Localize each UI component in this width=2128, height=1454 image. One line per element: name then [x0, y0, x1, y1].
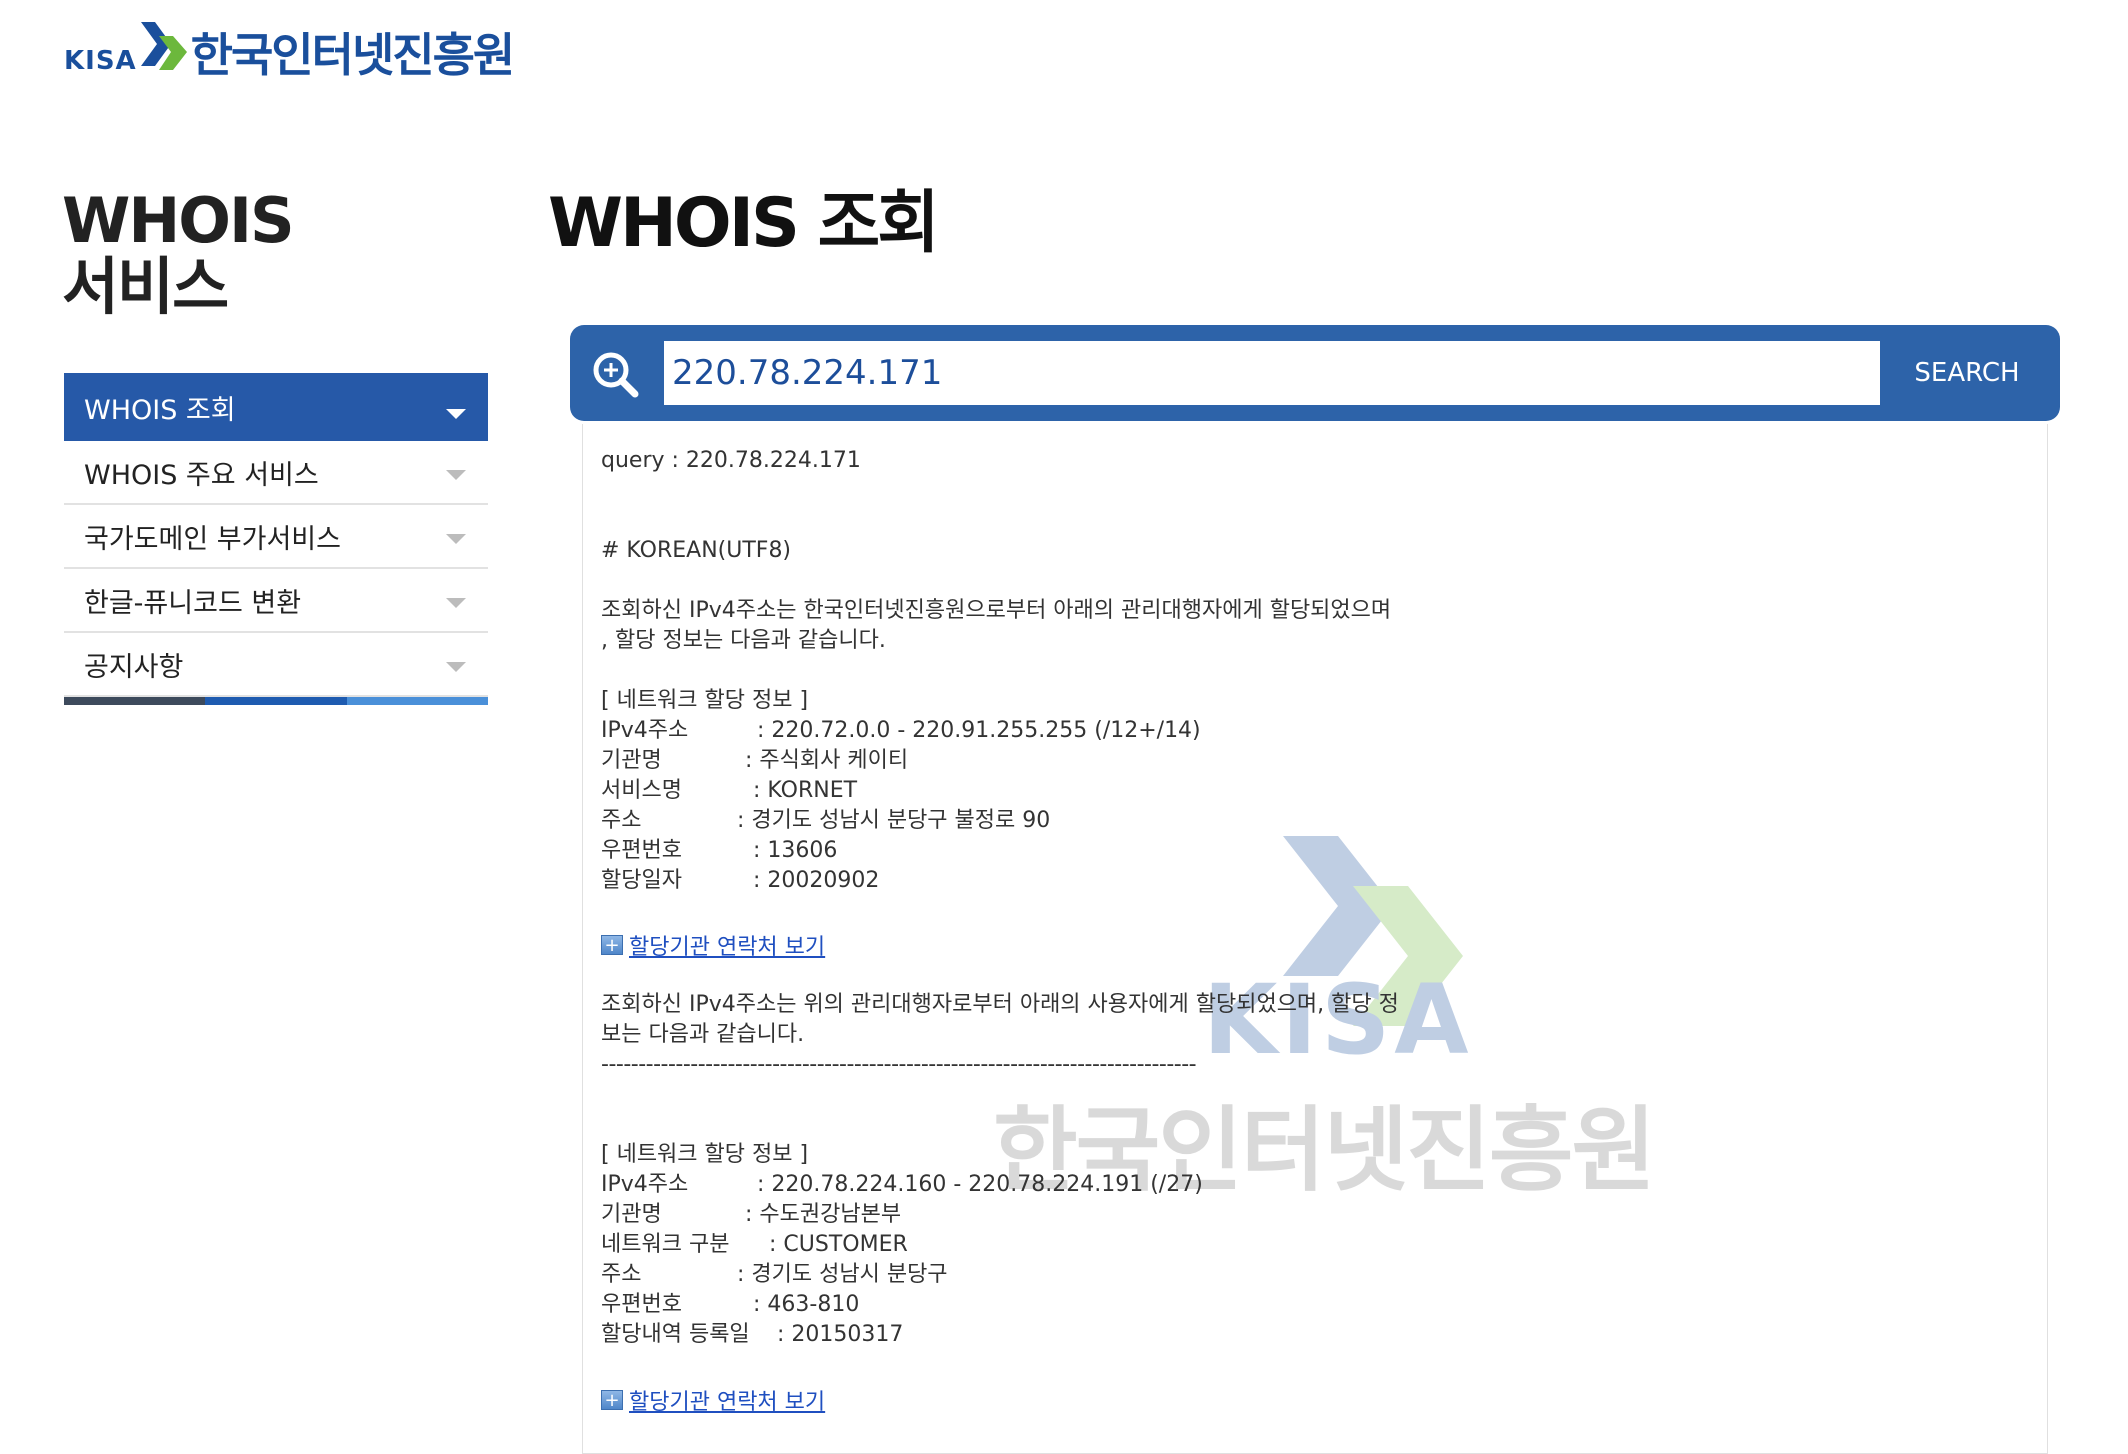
- sidebar-item-label: WHOIS 주요 서비스: [84, 459, 319, 491]
- whois-result-panel: KISA 한국인터넷진흥원 query : 220.78.224.171 # K…: [582, 424, 2048, 1454]
- sidebar-item-label: 한글-퓨니코드 변환: [84, 587, 302, 619]
- row-label: 네트워크 구분: [601, 1232, 730, 1257]
- block1-row: IPv4주소 : 220.72.0.0 - 220.91.255.255 (/1…: [601, 716, 1201, 746]
- sidebar-title: WHOIS 서비스: [62, 184, 295, 323]
- logo-chevron-icon: [140, 22, 187, 70]
- block2-header: [ 네트워크 할당 정보 ]: [601, 1142, 809, 1167]
- chevron-down-icon: [446, 470, 466, 480]
- row-value: : 463-810: [753, 1292, 860, 1317]
- contact-link-row-2: + 할당기관 연락처 보기: [601, 1384, 825, 1416]
- contact-link-row: + 할당기관 연락처 보기: [601, 929, 825, 961]
- row-value: : 20150317: [777, 1322, 904, 1347]
- block1-row: 우편번호 : 13606: [601, 836, 837, 866]
- search-input[interactable]: [664, 341, 1880, 405]
- block1-row: 서비스명 : KORNET: [601, 776, 857, 806]
- block2-row: 우편번호 : 463-810: [601, 1290, 859, 1320]
- block2-row: 주소 : 경기도 성남시 분당구: [601, 1260, 948, 1290]
- block1-header: [ 네트워크 할당 정보 ]: [601, 688, 809, 713]
- sidebar-item-whois-lookup[interactable]: WHOIS 조회: [64, 373, 488, 441]
- block2-row: 네트워크 구분 : CUSTOMER: [601, 1230, 908, 1260]
- logo-kisa-text: KISA: [64, 46, 137, 76]
- chevron-down-icon: [446, 662, 466, 672]
- result-query: query : 220.78.224.171: [601, 448, 861, 473]
- sidebar-item-domain-addons[interactable]: 국가도메인 부가서비스: [64, 505, 488, 569]
- page-title: WHOIS 조회: [548, 184, 940, 263]
- contact-info-link-2[interactable]: 할당기관 연락처 보기: [629, 1384, 825, 1416]
- sidebar-item-whois-services[interactable]: WHOIS 주요 서비스: [64, 441, 488, 505]
- sidebar-color-bar: [64, 697, 488, 705]
- block2-row: 기관명 : 수도권강남본부: [601, 1200, 901, 1230]
- sidebar-item-label: 공지사항: [84, 651, 184, 683]
- block1-row: 할당일자 : 20020902: [601, 866, 879, 896]
- result-intro1-line1: 조회하신 IPv4주소는 한국인터넷진흥원으로부터 아래의 관리대행자에게 할당…: [601, 598, 1392, 623]
- chevron-down-icon: [446, 534, 466, 544]
- row-value: : 220.72.0.0 - 220.91.255.255 (/12+/14): [757, 718, 1201, 743]
- row-label: 주소: [601, 1262, 642, 1287]
- row-value: : CUSTOMER: [769, 1232, 908, 1257]
- sidebar-title-line2: 서비스: [62, 250, 229, 323]
- sidebar-item-label: WHOIS 조회: [84, 394, 236, 426]
- kisa-logo[interactable]: KISA 한국인터넷진흥원: [64, 12, 516, 82]
- row-label: 기관명: [601, 748, 662, 773]
- result-encoding: # KOREAN(UTF8): [601, 538, 792, 563]
- row-value: : 경기도 성남시 분당구: [737, 1262, 948, 1287]
- plus-icon[interactable]: +: [601, 1390, 623, 1411]
- row-label: 우편번호: [601, 838, 682, 863]
- chevron-down-icon: [446, 598, 466, 608]
- block1-row: 기관명 : 주식회사 케이티: [601, 746, 908, 776]
- search-bar: SEARCH: [570, 325, 2060, 421]
- logo-org-name: 한국인터넷진흥원: [190, 28, 516, 82]
- row-label: 주소: [601, 808, 642, 833]
- search-button[interactable]: SEARCH: [1882, 341, 2052, 405]
- contact-info-link[interactable]: 할당기관 연락처 보기: [629, 929, 825, 961]
- sidebar-menu: WHOIS 조회 WHOIS 주요 서비스 국가도메인 부가서비스 한글-퓨니코…: [64, 373, 488, 705]
- row-value: : 주식회사 케이티: [745, 748, 909, 773]
- row-value: : 20020902: [753, 868, 880, 893]
- row-value: : 13606: [753, 838, 838, 863]
- result-separator: ----------------------------------------…: [601, 1052, 1197, 1077]
- plus-icon[interactable]: +: [601, 935, 623, 956]
- result-intro2-line2: 보는 다음과 같습니다.: [601, 1022, 805, 1047]
- row-label: 기관명: [601, 1202, 662, 1227]
- sidebar-item-notices[interactable]: 공지사항: [64, 633, 488, 697]
- sidebar-bar-segment: [64, 697, 206, 705]
- sidebar-bar-segment: [205, 697, 347, 705]
- row-label: IPv4주소: [601, 718, 689, 743]
- sidebar-item-label: 국가도메인 부가서비스: [84, 523, 341, 555]
- block1-row: 주소 : 경기도 성남시 분당구 불정로 90: [601, 806, 1050, 836]
- zoom-search-icon[interactable]: [590, 349, 640, 399]
- row-value: : 수도권강남본부: [745, 1202, 902, 1227]
- row-label: 할당일자: [601, 868, 682, 893]
- row-value: : 220.78.224.160 - 220.78.224.191 (/27): [757, 1172, 1203, 1197]
- sidebar-bar-segment: [346, 697, 488, 705]
- block2-row: 할당내역 등록일 : 20150317: [601, 1320, 903, 1350]
- row-label: 우편번호: [601, 1292, 682, 1317]
- row-label: 할당내역 등록일: [601, 1322, 750, 1347]
- result-intro1-line2: , 할당 정보는 다음과 같습니다.: [601, 628, 886, 653]
- chevron-down-icon: [446, 409, 466, 419]
- row-label: IPv4주소: [601, 1172, 689, 1197]
- row-value: : KORNET: [753, 778, 858, 803]
- block2-row: IPv4주소 : 220.78.224.160 - 220.78.224.191…: [601, 1170, 1203, 1200]
- watermark-kisa-text: KISA: [1203, 964, 1473, 1076]
- row-label: 서비스명: [601, 778, 682, 803]
- result-intro2-line1: 조회하신 IPv4주소는 위의 관리대행자로부터 아래의 사용자에게 할당되었으…: [601, 992, 1399, 1017]
- sidebar-title-line1: WHOIS: [62, 184, 295, 257]
- row-value: : 경기도 성남시 분당구 불정로 90: [737, 808, 1051, 833]
- sidebar-item-punycode[interactable]: 한글-퓨니코드 변환: [64, 569, 488, 633]
